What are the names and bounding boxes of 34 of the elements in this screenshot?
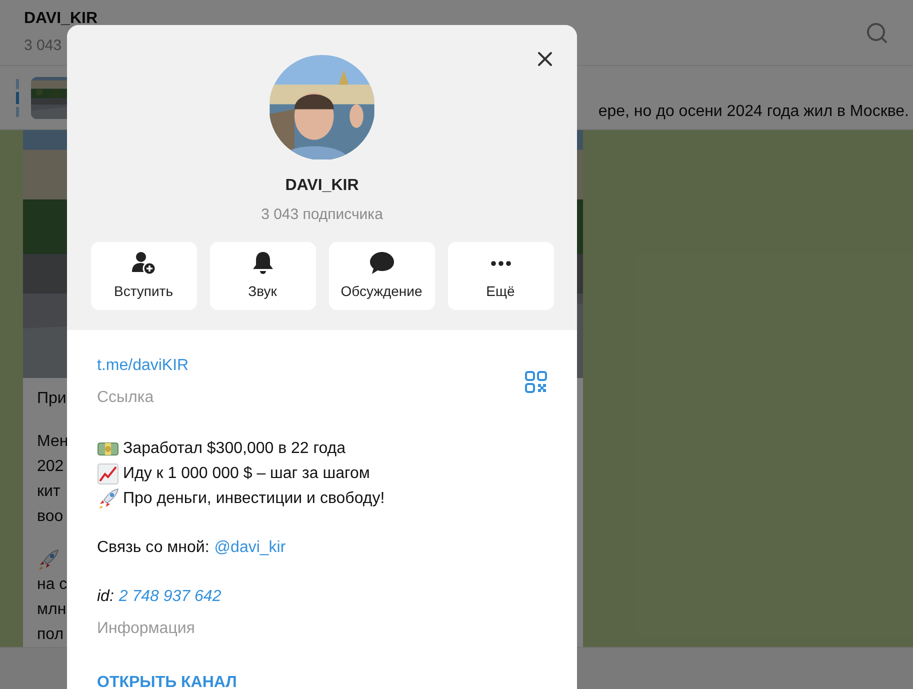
chat-title: DAVI_KIR (24, 9, 98, 30)
chat-subtitle: 3 043 (24, 36, 63, 56)
action-button[interactable]: Звук (210, 242, 316, 310)
chart-icon (97, 462, 119, 484)
id-caption: Информация (97, 619, 196, 639)
subscriber-count: 3 043 подписчика (261, 204, 383, 224)
action-button[interactable]: Обсуждение (328, 242, 434, 310)
message-text: воо (37, 506, 64, 526)
qr-code-icon[interactable] (525, 371, 547, 393)
rocket-icon (97, 488, 119, 510)
add-user-icon (130, 250, 156, 276)
pinned-text: ере, но до осени 2024 года жил в Москве. (598, 102, 909, 122)
description-line: Про деньги, инвестиции и свободу! (123, 488, 385, 508)
search-icon[interactable] (865, 20, 889, 44)
message-text: кит (37, 482, 60, 502)
action-button[interactable]: Ещё (448, 242, 554, 310)
message-text: млн (37, 600, 66, 620)
rocket-icon (37, 548, 59, 570)
message-text: При (37, 388, 66, 408)
more-icon (490, 260, 510, 266)
link-caption: Ссылка (97, 388, 155, 408)
message-text: 202 (37, 456, 64, 476)
message-text: на с (37, 574, 68, 594)
channel-name: DAVI_KIR (285, 176, 359, 196)
message-text: пол (37, 624, 64, 644)
description-line: Иду к 1 000 000 $ – шаг за шагом (123, 464, 370, 484)
description-line: Заработал $300,000 в 22 года (123, 438, 346, 458)
bell-icon (250, 250, 274, 276)
id-label: id: (97, 587, 114, 607)
message-text: Мен (37, 432, 68, 452)
action-button[interactable]: Вступить (90, 242, 196, 310)
contact-label: Связь со мной: (97, 538, 210, 558)
money-icon (97, 440, 119, 456)
chat-bubble-icon (368, 250, 394, 276)
